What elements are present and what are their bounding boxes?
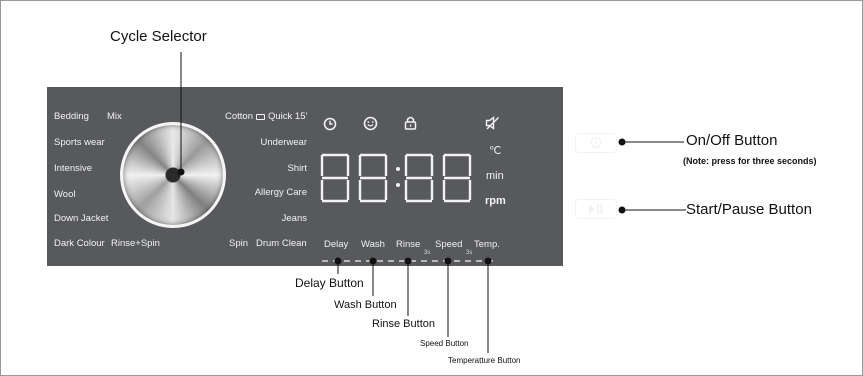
dot-start-pause <box>618 206 626 214</box>
dot-wash <box>369 257 377 265</box>
dot-cycle-selector <box>177 168 185 176</box>
callout-start-pause: Start/Pause Button <box>686 201 812 218</box>
dot-on-off <box>618 138 626 146</box>
callout-cycle-selector: Cycle Selector <box>110 28 207 45</box>
callout-on-off-note: (Note: press for three seconds) <box>683 156 817 166</box>
callout-rinse: Rinse Button <box>372 318 435 330</box>
callout-speed: Speed Button <box>420 339 469 348</box>
callout-wash: Wash Button <box>334 299 397 311</box>
dot-rinse <box>404 257 412 265</box>
dot-delay <box>334 257 342 265</box>
callout-on-off: On/Off Button <box>686 132 778 149</box>
callout-temperature: Temperatture Button <box>448 356 521 365</box>
dot-temperature <box>484 257 492 265</box>
callout-delay: Delay Button <box>295 276 364 290</box>
dot-speed <box>444 257 452 265</box>
